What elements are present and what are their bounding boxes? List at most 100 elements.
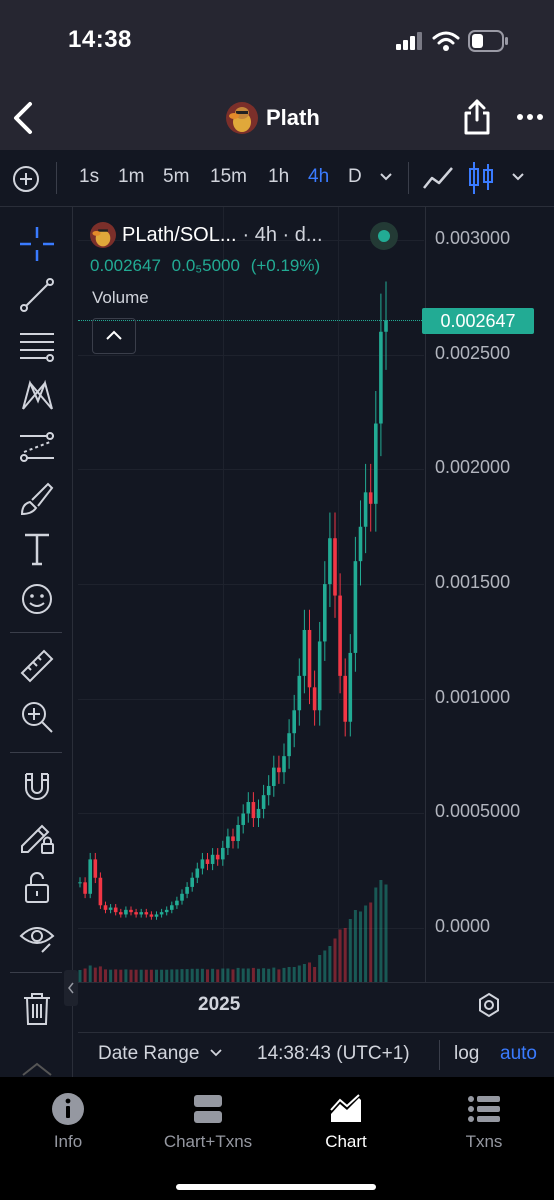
trash-icon[interactable] [18, 990, 56, 1028]
timeframe-d[interactable]: D [348, 166, 362, 188]
chevron-up-icon[interactable] [20, 1058, 54, 1078]
candle [292, 710, 296, 734]
back-chevron-icon[interactable] [10, 98, 38, 138]
timezone-clock[interactable]: 14:38:43 (UTC+1) [257, 1043, 410, 1065]
candle [134, 912, 138, 915]
area-chart-icon [330, 1094, 361, 1122]
candle [358, 526, 363, 562]
candle [302, 629, 307, 676]
share-icon[interactable] [462, 98, 492, 136]
chevron-down-icon[interactable] [510, 170, 526, 184]
candle [190, 877, 194, 887]
candle [317, 641, 322, 711]
brush-icon[interactable] [18, 480, 56, 518]
candle [175, 900, 179, 906]
candle [113, 907, 118, 913]
token-avatar-small [90, 222, 116, 248]
volume-bar [200, 968, 204, 982]
ruler-icon[interactable] [18, 647, 56, 685]
timeframe-1s[interactable]: 1s [79, 166, 99, 188]
collapse-tools-handle[interactable] [64, 970, 78, 1006]
volume-bar [353, 910, 357, 982]
price-tick-label: 0.002000 [435, 457, 511, 477]
text-icon[interactable] [18, 530, 56, 568]
tab-chart[interactable]: Chart [286, 1090, 406, 1152]
candle [256, 808, 261, 819]
volume-bar [236, 967, 240, 982]
candle [215, 854, 220, 860]
projection-icon[interactable] [18, 428, 56, 466]
add-circle-icon[interactable] [12, 165, 40, 193]
volume-bar [144, 969, 148, 982]
more-icon[interactable] [516, 106, 544, 128]
candle [333, 538, 337, 596]
timeframe-4h[interactable]: 4h [308, 166, 329, 188]
chevron-down-icon[interactable] [378, 170, 394, 184]
timeframe-5m[interactable]: 5m [163, 166, 189, 188]
candle [272, 767, 276, 786]
log-scale-toggle[interactable]: log [454, 1043, 479, 1065]
magnet-icon[interactable] [18, 768, 56, 806]
crosshair-icon[interactable] [18, 225, 56, 263]
line-chart-icon[interactable] [422, 164, 456, 194]
toolbar-divider [56, 162, 57, 194]
date-range-label: Date Range [98, 1043, 200, 1064]
volume-bar [308, 962, 311, 982]
tab-label: Txns [465, 1132, 503, 1151]
price-tick-label: 0.001000 [435, 687, 511, 707]
price-tick-label: 0.0005000 [435, 801, 521, 821]
volume-bar [277, 969, 281, 982]
candle [307, 629, 312, 688]
live-status-icon [370, 222, 398, 250]
timeframe-1h[interactable]: 1h [268, 166, 289, 188]
candle [343, 675, 347, 722]
battery-icon [468, 30, 508, 52]
candle [103, 905, 108, 910]
cell-signal-icon [396, 32, 422, 50]
auto-scale-toggle[interactable]: auto [500, 1043, 537, 1065]
volume-legend[interactable]: Volume [92, 288, 149, 308]
candle [164, 909, 169, 913]
candles-icon[interactable] [466, 160, 496, 196]
timeframe-1m[interactable]: 1m [118, 166, 144, 188]
candle [231, 836, 235, 842]
price-tick-label: 0.0000 [435, 916, 491, 936]
candle [338, 595, 342, 676]
tab-txns[interactable]: Txns [424, 1090, 544, 1152]
volume-bar [104, 969, 107, 982]
timeframe-15m[interactable]: 15m [210, 166, 247, 188]
volume-bar [124, 969, 128, 982]
candle [353, 561, 358, 653]
tab-label: Chart [325, 1132, 367, 1151]
candle [88, 859, 92, 894]
collapse-legend-button[interactable] [92, 318, 136, 354]
lock-drawing-icon[interactable] [18, 818, 56, 856]
chevron-up-icon [106, 330, 122, 340]
candle [368, 492, 373, 504]
zoom-in-icon[interactable] [18, 698, 56, 736]
chart-legend[interactable]: PLath/SOL... · 4h · d... [90, 222, 323, 248]
volume-bar [384, 884, 388, 982]
volume-bar [119, 969, 123, 982]
unlock-icon[interactable] [18, 868, 56, 906]
time-axis-divider [78, 982, 554, 983]
trend-line-icon[interactable] [18, 276, 56, 314]
pattern-icon[interactable] [18, 377, 56, 415]
emoji-icon[interactable] [18, 580, 56, 618]
tools-divider [10, 632, 62, 633]
eye-icon[interactable] [18, 918, 56, 956]
tab-info[interactable]: Info [8, 1090, 128, 1152]
date-range-button[interactable]: Date Range [98, 1043, 223, 1065]
volume-bar [195, 968, 199, 982]
volume-bar [170, 969, 174, 982]
volume-bar [98, 966, 102, 982]
tab-chart-txns[interactable]: Chart+Txns [148, 1090, 268, 1152]
volume-bar [149, 969, 153, 982]
horizontal-lines-icon[interactable] [18, 326, 56, 364]
last-price-tag: 0.002647 [422, 308, 534, 334]
candle [226, 836, 230, 848]
tools-divider [10, 972, 62, 973]
info-icon [52, 1093, 84, 1125]
pair-interval-label: · 4h · d... [242, 223, 323, 246]
settings-icon[interactable] [474, 990, 504, 1020]
